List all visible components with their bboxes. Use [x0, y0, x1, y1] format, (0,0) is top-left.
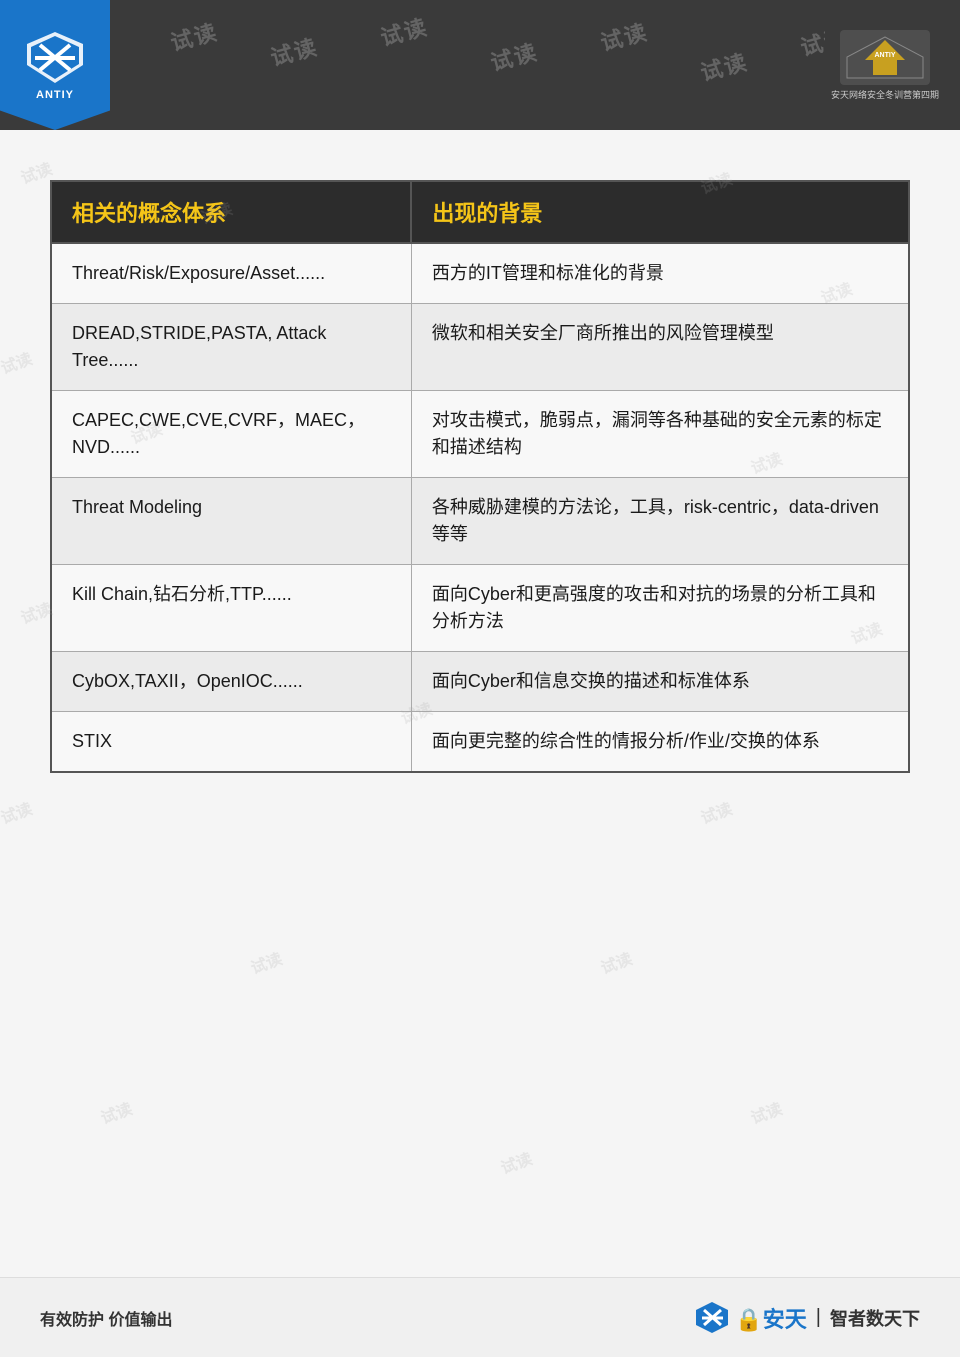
footer-brand-main: 🔒安天	[735, 1302, 806, 1334]
table-row: CybOX,TAXII，OpenIOC......面向Cyber和信息交换的描述…	[51, 652, 909, 712]
wm-pg-17: 试读	[747, 1095, 785, 1129]
footer-pipe: |	[816, 1306, 821, 1329]
footer-logo-icon	[695, 1300, 730, 1335]
footer-tagline: 有效防护 价值输出	[40, 1306, 172, 1330]
cell-left-4: Kill Chain,钻石分析,TTP......	[51, 565, 411, 652]
cell-right-1: 微软和相关安全厂商所推出的风险管理模型	[411, 304, 909, 391]
watermark-2: 试读	[267, 29, 322, 72]
watermark-5: 试读	[597, 14, 652, 57]
footer: 有效防护 价值输出 🔒安天 | 智者数天下	[0, 1277, 960, 1357]
header-watermark-area: 试读 试读 试读 试读 试读 试读 试读	[110, 0, 825, 130]
right-logo-area: ANTIY 安天网络安全冬训营第四期	[825, 25, 945, 105]
table-row: CAPEC,CWE,CVE,CVRF，MAEC，NVD......对攻击模式，脆…	[51, 391, 909, 478]
svg-text:ANTIY: ANTIY	[875, 52, 896, 59]
cell-left-3: Threat Modeling	[51, 478, 411, 565]
cell-left-6: STIX	[51, 712, 411, 773]
watermark-1: 试读	[167, 14, 222, 57]
main-content: 相关的概念体系 出现的背景 Threat/Risk/Exposure/Asset…	[0, 130, 960, 813]
watermark-7: 试读	[797, 19, 825, 62]
wm-pg-16: 试读	[497, 1145, 535, 1179]
wm-pg-15: 试读	[97, 1095, 135, 1129]
wm-pg-14: 试读	[597, 945, 635, 979]
header: ANTIY 试读 试读 试读 试读 试读 试读 试读 ANTIY 安天网络安全冬…	[0, 0, 960, 130]
cell-right-0: 西方的IT管理和标准化的背景	[411, 243, 909, 304]
table-row: STIX面向更完整的综合性的情报分析/作业/交换的体系	[51, 712, 909, 773]
logo-box: ANTIY	[0, 0, 110, 130]
cell-left-2: CAPEC,CWE,CVE,CVRF，MAEC，NVD......	[51, 391, 411, 478]
table-header-row: 相关的概念体系 出现的背景	[51, 181, 909, 243]
cell-left-1: DREAD,STRIDE,PASTA, Attack Tree......	[51, 304, 411, 391]
cell-right-4: 面向Cyber和更高强度的攻击和对抗的场景的分析工具和分析方法	[411, 565, 909, 652]
right-logo-image: ANTIY	[840, 30, 930, 85]
cell-right-5: 面向Cyber和信息交换的描述和标准体系	[411, 652, 909, 712]
watermark-3: 试读	[377, 9, 432, 52]
table-row: Kill Chain,钻石分析,TTP......面向Cyber和更高强度的攻击…	[51, 565, 909, 652]
col2-header: 出现的背景	[411, 181, 909, 243]
antiy-logo-icon: ANTIY	[845, 35, 925, 80]
logo-shield-icon	[25, 30, 85, 85]
cell-right-6: 面向更完整的综合性的情报分析/作业/交换的体系	[411, 712, 909, 773]
col1-header: 相关的概念体系	[51, 181, 411, 243]
logo-label: ANTIY	[36, 89, 74, 101]
watermark-6: 试读	[697, 44, 752, 87]
concept-table: 相关的概念体系 出现的背景 Threat/Risk/Exposure/Asset…	[50, 180, 910, 773]
right-logo-subtitle: 安天网络安全冬训营第四期	[831, 88, 939, 101]
footer-brand: 🔒安天 | 智者数天下	[695, 1300, 920, 1335]
cell-left-0: Threat/Risk/Exposure/Asset......	[51, 243, 411, 304]
cell-right-2: 对攻击模式，脆弱点，漏洞等各种基础的安全元素的标定和描述结构	[411, 391, 909, 478]
table-row: Threat Modeling各种威胁建模的方法论，工具，risk-centri…	[51, 478, 909, 565]
table-row: Threat/Risk/Exposure/Asset......西方的IT管理和…	[51, 243, 909, 304]
watermark-4: 试读	[487, 34, 542, 77]
cell-right-3: 各种威胁建模的方法论，工具，risk-centric，data-driven等等	[411, 478, 909, 565]
wm-pg-13: 试读	[247, 945, 285, 979]
footer-brand-sub: 智者数天下	[830, 1305, 920, 1331]
table-row: DREAD,STRIDE,PASTA, Attack Tree......微软和…	[51, 304, 909, 391]
cell-left-5: CybOX,TAXII，OpenIOC......	[51, 652, 411, 712]
